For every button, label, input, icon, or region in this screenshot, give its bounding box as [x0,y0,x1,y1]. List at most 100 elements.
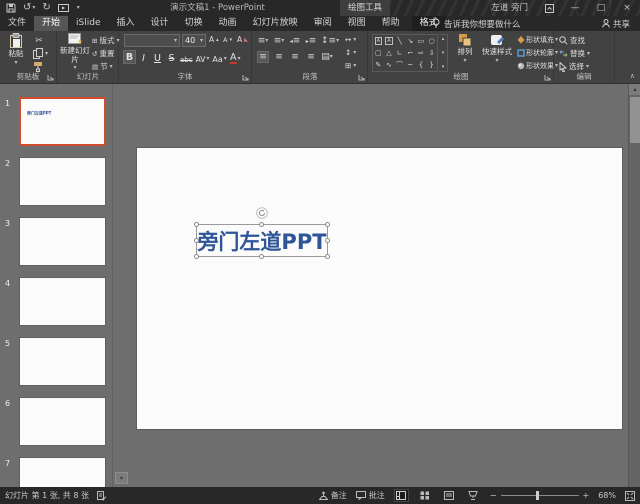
text-direction-button[interactable]: ↔▾ [345,35,356,44]
decrease-font-size-button[interactable]: A▾ [223,36,232,44]
tab-animations[interactable]: 动画 [211,16,245,31]
paragraph-dialog-launcher[interactable] [357,73,365,81]
zoom-out-button[interactable]: − [490,491,497,500]
cut-button[interactable]: ✂ [33,35,45,47]
italic-button[interactable]: I [137,50,150,64]
font-dialog-launcher[interactable] [241,73,249,81]
shape-line-arrow-icon[interactable]: ↘ [405,35,416,47]
title-text-box[interactable]: 旁门左道PPT [196,224,328,257]
text-shadow-button[interactable]: abc [179,50,194,64]
collapse-ribbon-button[interactable]: ∧ [630,72,635,80]
layout-button[interactable]: ⊞版式▾ [92,35,119,46]
increase-indent-button[interactable]: ▸≡ [305,35,317,47]
resize-handle-top-right[interactable] [325,222,330,227]
zoom-slider-thumb[interactable] [536,491,539,500]
slide-number-status[interactable]: 幻灯片 第 1 张, 共 8 张 [5,490,89,501]
underline-button[interactable]: U [151,50,164,64]
resize-handle-middle-left[interactable] [194,238,199,243]
comments-button[interactable]: 批注 [356,490,385,501]
drawing-dialog-launcher[interactable] [543,73,551,81]
copy-button[interactable]: ▾ [33,48,48,59]
align-right-button[interactable]: ≡ [289,51,301,63]
columns-button[interactable]: ▤▾ [321,51,333,63]
share-button[interactable]: 共享 [602,16,630,31]
tab-file[interactable]: 文件 [0,16,34,31]
shape-right-brace-icon[interactable]: } [426,59,437,71]
shape-outline-button[interactable]: 形状轮廓▾ [517,48,558,58]
zoom-level[interactable]: 68% [598,491,616,500]
strikethrough-button[interactable]: S [165,50,178,64]
resize-handle-top-left[interactable] [194,222,199,227]
font-color-button[interactable]: A▾ [229,50,242,64]
zoom-in-button[interactable]: + [583,491,590,500]
gallery-down-button[interactable]: ▾ [442,50,445,56]
spellcheck-icon[interactable] [97,491,106,501]
shape-scribble-icon[interactable]: ∿ [384,59,395,71]
shape-elbow-connector-icon[interactable]: ∟ [394,47,405,59]
shape-rectangle-icon[interactable]: ▭ [416,35,427,47]
minimize-button[interactable]: — [562,0,588,16]
shape-fill-button[interactable]: 形状填充▾ [517,35,558,45]
shape-text-box-icon[interactable]: A [373,35,384,47]
shape-vertical-text-box-icon[interactable]: A [384,35,395,47]
shape-oval-icon[interactable]: ○ [426,35,437,47]
normal-view-button[interactable] [394,489,409,502]
shape-line-icon[interactable]: ╲ [394,35,405,47]
notes-button[interactable]: 备注 [319,490,347,501]
clear-formatting-button[interactable]: A◣ [237,35,248,44]
find-button[interactable]: 查找 [559,35,585,46]
maximize-button[interactable]: □ [588,0,614,16]
resize-handle-bottom-center[interactable] [259,254,264,259]
shape-left-brace-icon[interactable]: { [416,59,427,71]
tab-transitions[interactable]: 切换 [177,16,211,31]
justify-button[interactable]: ≡ [305,51,317,63]
quick-styles-button[interactable]: 快速样式 ▾ [479,33,515,64]
tab-design[interactable]: 设计 [143,16,177,31]
reset-button[interactable]: ↺重置 [92,48,114,59]
align-center-button[interactable]: ≡ [273,51,285,63]
reading-view-button[interactable] [442,489,457,502]
new-slide-button[interactable]: 新建幻灯片 ▾ [60,33,90,71]
resize-handle-top-center[interactable] [259,222,264,227]
font-size-combo[interactable]: 40▾ [182,34,206,47]
shape-effects-button[interactable]: 形状效果▾ [517,61,558,71]
shape-arc-icon[interactable]: ⌒ [394,59,405,71]
tell-me-box[interactable]: 告诉我你想要做什么 [432,16,521,31]
tab-review[interactable]: 审阅 [306,16,340,31]
font-name-combo[interactable]: ▾ [124,34,180,47]
resize-handle-bottom-left[interactable] [194,254,199,259]
thumbnails-scroll-down-button[interactable]: ▾ [115,472,128,484]
start-from-beginning-button[interactable] [58,4,69,13]
convert-to-smartart-button[interactable]: ⊞▾ [345,61,356,70]
zoom-slider-track[interactable] [501,495,579,496]
tab-view[interactable]: 视图 [340,16,374,31]
decrease-indent-button[interactable]: ◂≡ [289,35,301,47]
shape-elbow-arrow-icon[interactable]: ⌐ [405,47,416,59]
slide-surface[interactable]: 旁门左道PPT [137,148,622,429]
undo-button[interactable]: ↺▾ [23,0,35,16]
gallery-more-button[interactable]: ▾ [442,64,445,70]
shape-right-arrow-icon[interactable]: ⇨ [416,47,427,59]
fit-slide-to-window-icon[interactable] [625,491,635,501]
change-case-button[interactable]: Aa▾ [211,50,227,64]
paste-button[interactable]: 粘贴 ▾ [3,33,29,66]
customize-qat-button[interactable]: ▾ [77,0,80,16]
bold-button[interactable]: B [123,50,136,64]
scroll-up-button[interactable]: ▴ [629,84,640,95]
shape-freeform-icon[interactable]: ✎ [373,59,384,71]
gallery-up-button[interactable]: ▴ [442,36,445,42]
clipboard-dialog-launcher[interactable] [46,73,54,81]
numbering-button[interactable]: ≡▾ [273,35,285,47]
shape-down-arrow-icon[interactable]: ⇩ [426,47,437,59]
shape-triangle-icon[interactable]: △ [384,47,395,59]
align-left-button[interactable]: ≡ [257,51,269,63]
tab-home[interactable]: 开始 [34,16,68,31]
tab-slideshow[interactable]: 幻灯片放映 [245,16,306,31]
redo-button[interactable]: ↻ [42,0,50,16]
replace-button[interactable]: 替换▾ [559,48,590,59]
tab-insert[interactable]: 插入 [109,16,143,31]
resize-handle-middle-right[interactable] [325,238,330,243]
account-name[interactable]: 左道 旁门 [491,0,528,16]
slideshow-view-button[interactable] [466,489,481,502]
line-spacing-button[interactable]: ↕≡▾ [321,35,339,47]
